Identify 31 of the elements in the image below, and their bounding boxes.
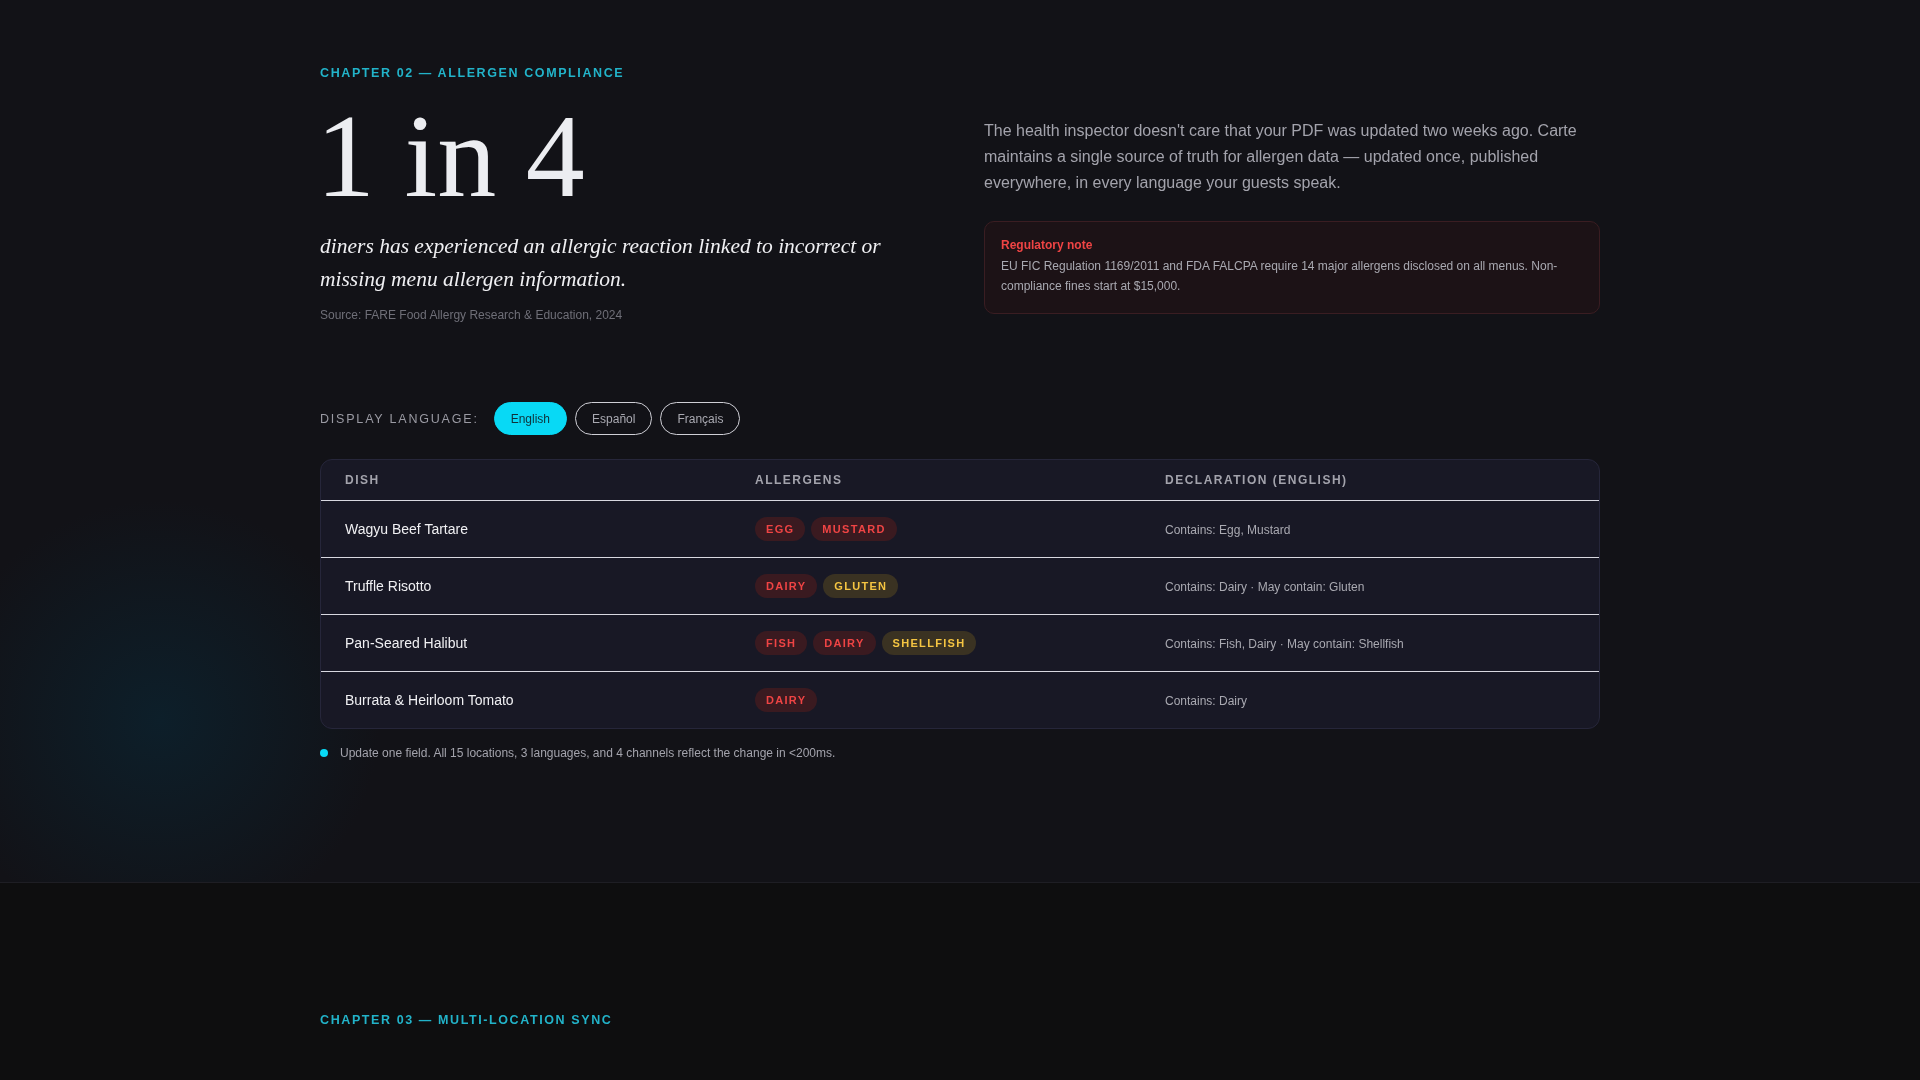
allergen-tag: DAIRY [813,631,876,655]
note-title: Regulatory note [1001,238,1094,252]
stat-number: 1 in 4 [316,98,586,216]
column-header: ALLERGENS [755,473,844,487]
declaration-text: Contains: Dairy [1165,694,1248,708]
dish-name: Burrata & Heirloom Tomato [345,692,514,708]
column-header: DISH [345,473,381,487]
declaration-text: Contains: Fish, Dairy · May contain: Shellfish [1165,637,1404,651]
status-dot-icon [320,749,328,757]
column-header: DECLARATION (ENGLISH) [1165,473,1349,487]
allergen-tag: FISH [755,631,808,655]
dish-name: Truffle Risotto [345,578,432,594]
stat-caption: diners has experienced an allergic reaction linked to incorrect or missing menu allergen information. [320,233,882,293]
chapter-label: CHAPTER 03 — MULTI-LOCATION SYNC [320,1013,614,1027]
dish-name: Wagyu Beef Tartare [345,521,468,537]
allergen-tag: DAIRY [755,688,818,712]
allergen-tag: DAIRY [755,574,818,598]
allergen-tag: EGG [755,517,806,541]
dish-name: Pan-Seared Halibut [345,635,468,651]
language-label: DISPLAY LANGUAGE: [320,411,479,426]
footnote-text: Update one field. All 15 locations, 3 languages, and 4 channels reflect the change in <200ms. [340,746,836,760]
declaration-text: Contains: Egg, Mustard [1165,523,1291,537]
source-text: Source: FARE Food Allergy Research & Education, 2024 [320,308,624,322]
intro-paragraph: The health inspector doesn't care that your PDF was updated two weeks ago. Carte maintains a single source of truth for allergen data — updated once, published everywhere, in every language your guests speak. [984,121,1578,193]
allergen-tag: SHELLFISH [881,631,977,655]
allergen-tag: GLUTEN [823,574,899,598]
note-text: EU FIC Regulation 1169/2011 and FDA FALCPA require 14 major allergens disclosed on all menus. Non-compliance fines start at $15,000. [1001,258,1559,295]
allergen-tag: MUSTARD [811,517,897,541]
declaration-text: Contains: Dairy · May contain: Gluten [1165,580,1365,594]
language-option[interactable]: English [493,402,568,435]
chapter-label: CHAPTER 02 — ALLERGEN COMPLIANCE [320,66,626,80]
